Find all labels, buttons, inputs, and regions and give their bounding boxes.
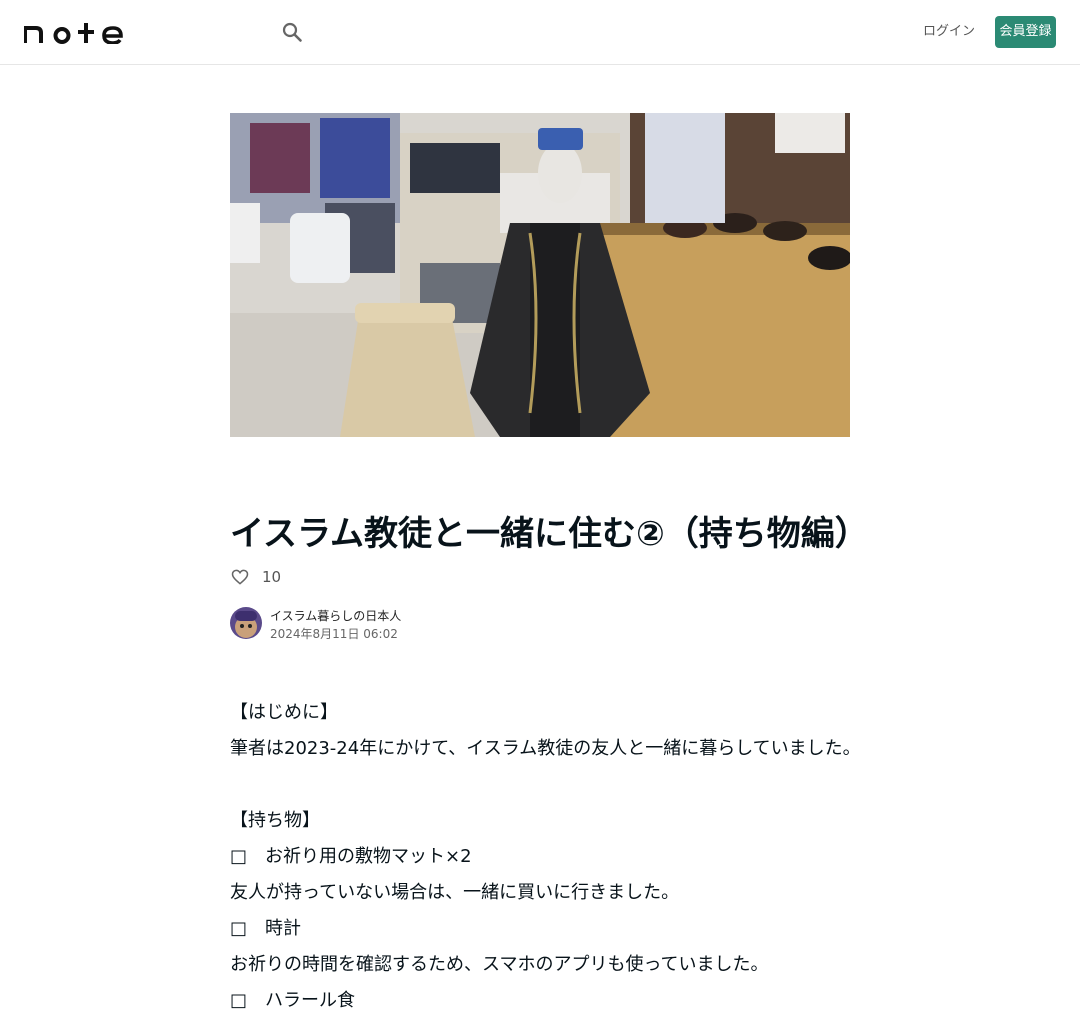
article-body: 【はじめに】 筆者は2023-24年にかけて、イスラム教徒の友人と一緒に暮らして…: [230, 695, 850, 1019]
heart-icon[interactable]: [230, 567, 250, 587]
article-hero-image: [230, 113, 850, 437]
note-logo[interactable]: [23, 20, 124, 45]
login-link[interactable]: ログイン: [920, 22, 978, 42]
author-avatar[interactable]: [230, 607, 262, 639]
checklist-item-label: ハラール食: [265, 990, 355, 1011]
body-paragraph: 筆者は2023-24年にかけて、イスラム教徒の友人と一緒に暮らしていました。その…: [230, 738, 850, 759]
checklist-item-label: 時計: [265, 918, 301, 939]
checkbox-glyph: □: [230, 990, 248, 1011]
like-count: 10: [262, 568, 282, 586]
checklist-item-note: 友人が持っていない場合は、一緒に買いに行きました。: [230, 882, 680, 903]
checklist-item: □ ハラール食: [230, 983, 850, 1019]
checkbox-glyph: □: [230, 846, 248, 867]
checkbox-glyph: □: [230, 918, 248, 939]
article-title: イスラム教徒と一緒に住む②（持ち物編）: [230, 514, 869, 554]
top-header: ログイン 会員登録: [0, 0, 1080, 65]
checklist-item: □ お祈り用の敷物マット×2: [230, 839, 850, 875]
checklist-item-label: お祈り用の敷物マット×2: [265, 846, 472, 867]
checklist-item-note: お祈りの時間を確認するため、スマホのアプリも使っていました。: [230, 954, 769, 975]
like-row: 10: [230, 566, 281, 588]
author-name[interactable]: イスラム暮らしの日本人: [270, 608, 401, 624]
search-icon[interactable]: [280, 20, 304, 44]
checklist-item: □ 時計: [230, 911, 850, 947]
body-blank-line: [230, 767, 850, 803]
body-heading-intro: 【はじめに】: [230, 702, 338, 723]
post-date: 2024年8月11日 06:02: [270, 627, 398, 641]
body-heading-items: 【持ち物】: [230, 810, 320, 831]
signup-button[interactable]: 会員登録: [995, 16, 1056, 48]
